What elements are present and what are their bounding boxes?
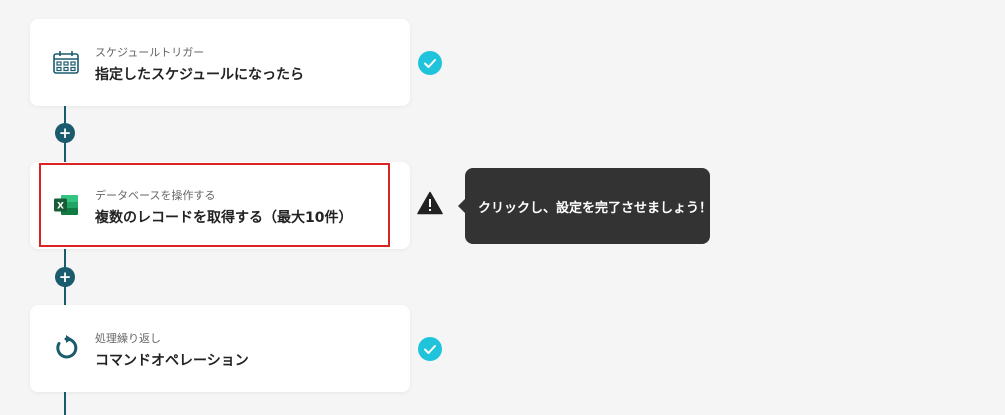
check-icon: [418, 337, 442, 361]
step-card-loop[interactable]: 処理繰り返し コマンドオペレーション: [30, 305, 410, 392]
tooltip-text: クリックし、設定を完了させましょう！: [478, 201, 713, 216]
calendar-schedule-icon: [52, 48, 80, 76]
add-step-button[interactable]: +: [55, 123, 75, 143]
step-type-label: スケジュールトリガー: [95, 46, 205, 59]
setup-tooltip: クリックし、設定を完了させましょう！: [458, 168, 713, 244]
step-title: コマンドオペレーション: [95, 353, 249, 369]
step-title: 指定したスケジュールになったら: [95, 67, 305, 83]
add-step-button[interactable]: +: [55, 267, 75, 287]
check-icon: [418, 51, 442, 75]
loop-icon: [52, 334, 80, 362]
step-type-label: 処理繰り返し: [95, 332, 161, 345]
step-card-schedule-trigger[interactable]: スケジュールトリガー 指定したスケジュールになったら: [30, 19, 410, 106]
step-highlight-frame: [39, 163, 390, 247]
flow-connector: [64, 390, 66, 415]
warning-icon: [417, 191, 443, 215]
tooltip-arrow: [458, 199, 465, 213]
